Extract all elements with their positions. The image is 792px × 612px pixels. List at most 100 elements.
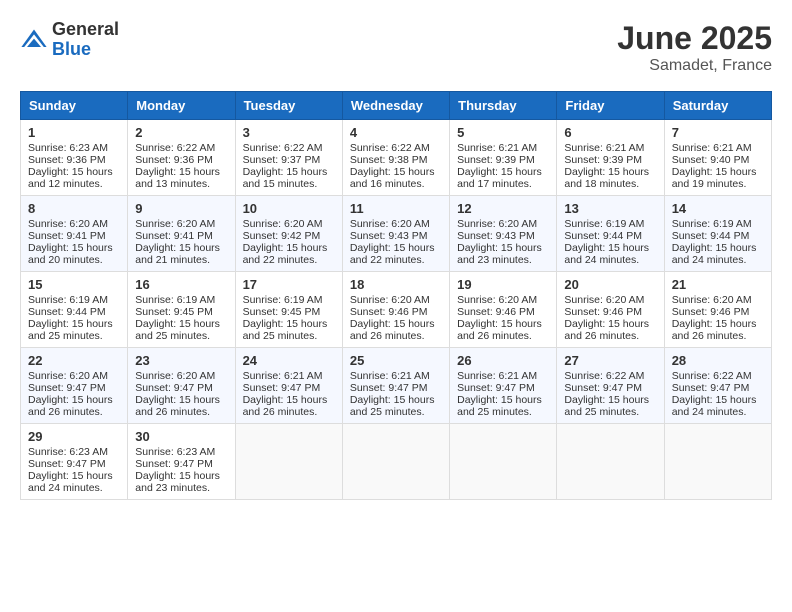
sunrise-text: Sunrise: 6:21 AM bbox=[350, 370, 430, 382]
sunset-text: Sunset: 9:38 PM bbox=[350, 154, 428, 166]
calendar-cell: 19 Sunrise: 6:20 AM Sunset: 9:46 PM Dayl… bbox=[450, 272, 557, 348]
day-number: 6 bbox=[564, 125, 656, 140]
calendar-week-row: 1 Sunrise: 6:23 AM Sunset: 9:36 PM Dayli… bbox=[21, 120, 772, 196]
logo-blue: Blue bbox=[52, 40, 119, 60]
day-number: 29 bbox=[28, 429, 120, 444]
col-header-sunday: Sunday bbox=[21, 92, 128, 120]
daylight-text: Daylight: 15 hours and 24 minutes. bbox=[564, 242, 649, 266]
calendar-cell bbox=[342, 424, 449, 500]
calendar-cell: 7 Sunrise: 6:21 AM Sunset: 9:40 PM Dayli… bbox=[664, 120, 771, 196]
sunset-text: Sunset: 9:36 PM bbox=[28, 154, 106, 166]
calendar-cell bbox=[235, 424, 342, 500]
sunrise-text: Sunrise: 6:22 AM bbox=[135, 142, 215, 154]
sunset-text: Sunset: 9:44 PM bbox=[28, 306, 106, 318]
location-title: Samadet, France bbox=[617, 57, 772, 75]
sunrise-text: Sunrise: 6:21 AM bbox=[457, 370, 537, 382]
daylight-text: Daylight: 15 hours and 25 minutes. bbox=[28, 318, 113, 342]
sunrise-text: Sunrise: 6:20 AM bbox=[135, 370, 215, 382]
sunset-text: Sunset: 9:46 PM bbox=[350, 306, 428, 318]
day-number: 16 bbox=[135, 277, 227, 292]
daylight-text: Daylight: 15 hours and 25 minutes. bbox=[350, 394, 435, 418]
sunset-text: Sunset: 9:47 PM bbox=[564, 382, 642, 394]
calendar-cell: 12 Sunrise: 6:20 AM Sunset: 9:43 PM Dayl… bbox=[450, 196, 557, 272]
calendar-cell: 14 Sunrise: 6:19 AM Sunset: 9:44 PM Dayl… bbox=[664, 196, 771, 272]
day-number: 2 bbox=[135, 125, 227, 140]
calendar-cell: 27 Sunrise: 6:22 AM Sunset: 9:47 PM Dayl… bbox=[557, 348, 664, 424]
daylight-text: Daylight: 15 hours and 22 minutes. bbox=[350, 242, 435, 266]
calendar-cell: 3 Sunrise: 6:22 AM Sunset: 9:37 PM Dayli… bbox=[235, 120, 342, 196]
day-number: 3 bbox=[243, 125, 335, 140]
sunrise-text: Sunrise: 6:23 AM bbox=[135, 446, 215, 458]
calendar-cell: 30 Sunrise: 6:23 AM Sunset: 9:47 PM Dayl… bbox=[128, 424, 235, 500]
day-number: 10 bbox=[243, 201, 335, 216]
daylight-text: Daylight: 15 hours and 26 minutes. bbox=[564, 318, 649, 342]
day-number: 30 bbox=[135, 429, 227, 444]
day-number: 19 bbox=[457, 277, 549, 292]
sunrise-text: Sunrise: 6:20 AM bbox=[135, 218, 215, 230]
sunrise-text: Sunrise: 6:21 AM bbox=[672, 142, 752, 154]
sunset-text: Sunset: 9:42 PM bbox=[243, 230, 321, 242]
sunset-text: Sunset: 9:45 PM bbox=[243, 306, 321, 318]
daylight-text: Daylight: 15 hours and 26 minutes. bbox=[28, 394, 113, 418]
calendar-week-row: 29 Sunrise: 6:23 AM Sunset: 9:47 PM Dayl… bbox=[21, 424, 772, 500]
calendar-cell: 29 Sunrise: 6:23 AM Sunset: 9:47 PM Dayl… bbox=[21, 424, 128, 500]
calendar-cell: 21 Sunrise: 6:20 AM Sunset: 9:46 PM Dayl… bbox=[664, 272, 771, 348]
sunset-text: Sunset: 9:39 PM bbox=[564, 154, 642, 166]
col-header-monday: Monday bbox=[128, 92, 235, 120]
sunrise-text: Sunrise: 6:19 AM bbox=[28, 294, 108, 306]
day-number: 20 bbox=[564, 277, 656, 292]
day-number: 17 bbox=[243, 277, 335, 292]
sunrise-text: Sunrise: 6:20 AM bbox=[564, 294, 644, 306]
sunset-text: Sunset: 9:37 PM bbox=[243, 154, 321, 166]
sunrise-text: Sunrise: 6:19 AM bbox=[135, 294, 215, 306]
daylight-text: Daylight: 15 hours and 16 minutes. bbox=[350, 166, 435, 190]
calendar-week-row: 15 Sunrise: 6:19 AM Sunset: 9:44 PM Dayl… bbox=[21, 272, 772, 348]
sunset-text: Sunset: 9:47 PM bbox=[28, 458, 106, 470]
calendar-cell: 13 Sunrise: 6:19 AM Sunset: 9:44 PM Dayl… bbox=[557, 196, 664, 272]
page-header: General Blue June 2025 Samadet, France bbox=[20, 20, 772, 75]
sunset-text: Sunset: 9:36 PM bbox=[135, 154, 213, 166]
sunrise-text: Sunrise: 6:20 AM bbox=[672, 294, 752, 306]
sunset-text: Sunset: 9:41 PM bbox=[28, 230, 106, 242]
day-number: 14 bbox=[672, 201, 764, 216]
daylight-text: Daylight: 15 hours and 26 minutes. bbox=[457, 318, 542, 342]
calendar-cell: 4 Sunrise: 6:22 AM Sunset: 9:38 PM Dayli… bbox=[342, 120, 449, 196]
sunrise-text: Sunrise: 6:19 AM bbox=[672, 218, 752, 230]
daylight-text: Daylight: 15 hours and 17 minutes. bbox=[457, 166, 542, 190]
daylight-text: Daylight: 15 hours and 25 minutes. bbox=[135, 318, 220, 342]
day-number: 21 bbox=[672, 277, 764, 292]
calendar-cell: 16 Sunrise: 6:19 AM Sunset: 9:45 PM Dayl… bbox=[128, 272, 235, 348]
sunrise-text: Sunrise: 6:20 AM bbox=[28, 218, 108, 230]
calendar-cell: 20 Sunrise: 6:20 AM Sunset: 9:46 PM Dayl… bbox=[557, 272, 664, 348]
day-number: 27 bbox=[564, 353, 656, 368]
sunrise-text: Sunrise: 6:22 AM bbox=[564, 370, 644, 382]
day-number: 7 bbox=[672, 125, 764, 140]
day-number: 9 bbox=[135, 201, 227, 216]
day-number: 22 bbox=[28, 353, 120, 368]
daylight-text: Daylight: 15 hours and 20 minutes. bbox=[28, 242, 113, 266]
col-header-thursday: Thursday bbox=[450, 92, 557, 120]
sunset-text: Sunset: 9:46 PM bbox=[457, 306, 535, 318]
sunrise-text: Sunrise: 6:21 AM bbox=[457, 142, 537, 154]
logo: General Blue bbox=[20, 20, 119, 60]
sunset-text: Sunset: 9:46 PM bbox=[564, 306, 642, 318]
sunset-text: Sunset: 9:44 PM bbox=[672, 230, 750, 242]
calendar-cell: 11 Sunrise: 6:20 AM Sunset: 9:43 PM Dayl… bbox=[342, 196, 449, 272]
daylight-text: Daylight: 15 hours and 13 minutes. bbox=[135, 166, 220, 190]
calendar-table: SundayMondayTuesdayWednesdayThursdayFrid… bbox=[20, 91, 772, 500]
sunset-text: Sunset: 9:47 PM bbox=[135, 382, 213, 394]
calendar-cell: 2 Sunrise: 6:22 AM Sunset: 9:36 PM Dayli… bbox=[128, 120, 235, 196]
daylight-text: Daylight: 15 hours and 24 minutes. bbox=[28, 470, 113, 494]
daylight-text: Daylight: 15 hours and 26 minutes. bbox=[135, 394, 220, 418]
day-number: 11 bbox=[350, 201, 442, 216]
title-block: June 2025 Samadet, France bbox=[617, 20, 772, 75]
calendar-cell: 15 Sunrise: 6:19 AM Sunset: 9:44 PM Dayl… bbox=[21, 272, 128, 348]
daylight-text: Daylight: 15 hours and 26 minutes. bbox=[672, 318, 757, 342]
sunset-text: Sunset: 9:41 PM bbox=[135, 230, 213, 242]
sunrise-text: Sunrise: 6:23 AM bbox=[28, 142, 108, 154]
calendar-cell: 28 Sunrise: 6:22 AM Sunset: 9:47 PM Dayl… bbox=[664, 348, 771, 424]
sunset-text: Sunset: 9:47 PM bbox=[243, 382, 321, 394]
sunset-text: Sunset: 9:47 PM bbox=[457, 382, 535, 394]
day-number: 28 bbox=[672, 353, 764, 368]
sunrise-text: Sunrise: 6:19 AM bbox=[564, 218, 644, 230]
